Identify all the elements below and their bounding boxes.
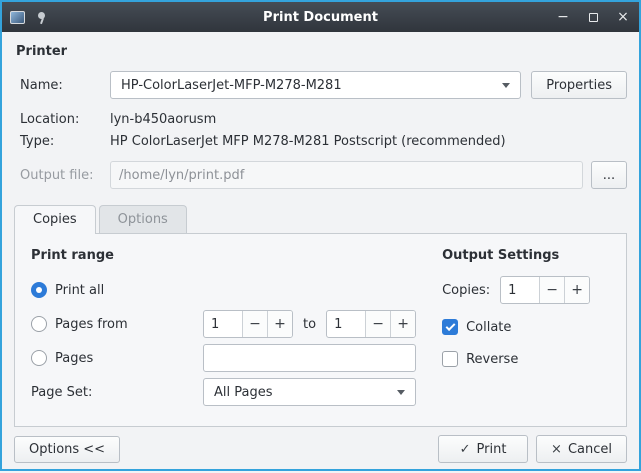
footer: Options << ✓ Print × Cancel <box>14 427 627 473</box>
plus-icon[interactable]: + <box>267 311 292 337</box>
collate-label: Collate <box>466 320 511 335</box>
printer-type-value: HP ColorLaserJet MFP M278-M281 Postscrip… <box>110 134 506 149</box>
print-button[interactable]: ✓ Print <box>438 435 528 463</box>
copies-row: Copies: − + <box>442 273 610 307</box>
print-range-section: Print range Print all Pages from − <box>31 246 416 414</box>
copies-spinbox: − + <box>500 276 590 304</box>
pages-radio[interactable] <box>31 350 47 366</box>
tab-copies[interactable]: Copies <box>14 205 96 233</box>
plus-icon[interactable]: + <box>390 311 415 337</box>
pin-icon-stem <box>40 17 44 23</box>
cross-icon: × <box>551 442 562 457</box>
pages-from-row: Pages from − + to − + <box>31 307 416 341</box>
printer-location-label: Location: <box>14 112 110 127</box>
printer-name-row: Name: HP-ColorLaserJet-MFP-M278-M281 Pro… <box>14 71 627 99</box>
page-set-label: Page Set: <box>31 385 92 400</box>
page-set-value: All Pages <box>214 385 397 400</box>
printer-name-combobox[interactable]: HP-ColorLaserJet-MFP-M278-M281 <box>110 71 521 99</box>
maximize-icon <box>589 13 598 22</box>
browse-button[interactable]: ... <box>591 161 627 189</box>
print-range-heading: Print range <box>31 248 416 263</box>
output-file-row: Output file: ... <box>14 161 627 189</box>
reverse-label: Reverse <box>466 352 518 367</box>
window-app-icon[interactable] <box>10 11 25 24</box>
pages-to-input[interactable] <box>327 311 365 337</box>
pages-from-spinbox: − + <box>203 310 293 338</box>
output-settings-section: Output Settings Copies: − + Collate Reve… <box>442 246 610 414</box>
page-set-combobox[interactable]: All Pages <box>203 378 416 406</box>
printer-location-row: Location: lyn-b450aorusm <box>14 109 627 129</box>
pages-to-label: to <box>303 317 316 332</box>
print-button-label: Print <box>477 442 507 457</box>
printer-section-heading: Printer <box>16 44 627 59</box>
cancel-button[interactable]: × Cancel <box>536 435 627 463</box>
check-icon: ✓ <box>460 442 471 457</box>
print-all-row[interactable]: Print all <box>31 273 416 307</box>
pages-row: Pages <box>31 341 416 375</box>
output-file-label: Output file: <box>14 168 110 183</box>
printer-location-value: lyn-b450aorusm <box>110 112 216 127</box>
minus-icon[interactable]: − <box>365 311 390 337</box>
minus-icon[interactable]: − <box>539 277 564 303</box>
pages-from-input[interactable] <box>204 311 242 337</box>
pages-label: Pages <box>55 351 93 366</box>
minimize-button[interactable]: − <box>555 8 571 26</box>
copies-label: Copies: <box>442 283 490 298</box>
reverse-checkbox-row[interactable]: Reverse <box>442 343 610 375</box>
pages-from-label: Pages from <box>55 317 128 332</box>
pages-from-radio[interactable] <box>31 316 47 332</box>
maximize-button[interactable] <box>585 8 601 26</box>
output-file-input[interactable] <box>110 161 583 189</box>
pages-to-spinbox: − + <box>326 310 416 338</box>
copies-tab-panel: Print range Print all Pages from − <box>14 233 627 427</box>
printer-name-value: HP-ColorLaserJet-MFP-M278-M281 <box>121 78 502 93</box>
titlebar[interactable]: Print Document − × <box>2 2 639 32</box>
print-all-label: Print all <box>55 283 104 298</box>
pin-icon[interactable] <box>35 11 47 24</box>
window-title: Print Document <box>2 10 639 25</box>
close-icon: × <box>617 10 629 24</box>
minus-icon[interactable]: − <box>242 311 267 337</box>
printer-name-label: Name: <box>14 78 110 93</box>
copies-input[interactable] <box>501 277 539 303</box>
pages-input[interactable] <box>203 344 416 372</box>
minimize-icon: − <box>557 10 569 24</box>
close-button[interactable]: × <box>615 8 631 26</box>
checkmark-icon <box>445 321 455 331</box>
printer-type-row: Type: HP ColorLaserJet MFP M278-M281 Pos… <box>14 131 627 151</box>
chevron-down-icon <box>397 390 405 395</box>
collate-checkbox-row[interactable]: Collate <box>442 311 610 343</box>
output-settings-heading: Output Settings <box>442 248 610 263</box>
printer-type-label: Type: <box>14 134 110 149</box>
collate-checkbox[interactable] <box>442 319 458 335</box>
chevron-down-icon <box>502 83 510 88</box>
tab-bar: Copies Options <box>14 205 627 233</box>
page-set-row: Page Set: All Pages <box>31 375 416 409</box>
cancel-button-label: Cancel <box>568 442 612 457</box>
plus-icon[interactable]: + <box>564 277 589 303</box>
radio-dot <box>36 287 42 293</box>
reverse-checkbox[interactable] <box>442 351 458 367</box>
tab-options[interactable]: Options <box>99 205 187 233</box>
properties-button[interactable]: Properties <box>531 71 627 99</box>
print-all-radio[interactable] <box>31 282 47 298</box>
options-toggle-button[interactable]: Options << <box>14 436 120 463</box>
dialog-content: Printer Name: HP-ColorLaserJet-MFP-M278-… <box>2 32 639 473</box>
